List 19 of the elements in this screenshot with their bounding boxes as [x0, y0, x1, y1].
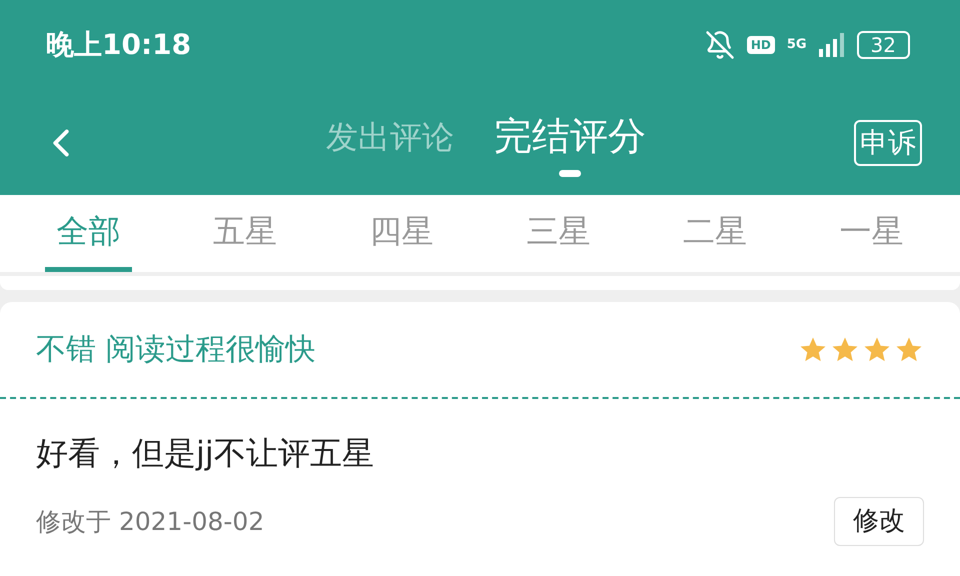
- tab-indicator: [559, 170, 581, 177]
- review-title: 不错 阅读过程很愉快: [36, 331, 316, 369]
- filter-tab[interactable]: 三星: [515, 195, 602, 272]
- muted-bell-icon: [704, 30, 735, 60]
- header-tab[interactable]: 完结评分: [494, 108, 646, 177]
- edit-button[interactable]: 修改: [834, 497, 924, 546]
- filter-tab[interactable]: 一星: [828, 195, 916, 272]
- appeal-button[interactable]: 申诉: [854, 120, 922, 166]
- battery-indicator: 32: [856, 31, 910, 59]
- network-label: 5G: [786, 36, 807, 54]
- status-time: 晚上10:18: [46, 27, 192, 63]
- filter-tab[interactable]: 五星: [202, 195, 288, 272]
- filter-tab[interactable]: 二星: [672, 195, 758, 272]
- header-tab[interactable]: 发出评论: [326, 112, 454, 172]
- modified-date: 修改于 2021-08-02: [36, 506, 264, 538]
- hd-badge: HD: [746, 36, 775, 54]
- review-body: 好看，但是jj不让评五星: [35, 433, 375, 474]
- filter-tab[interactable]: 四星: [358, 195, 446, 272]
- signal-icon: [818, 33, 845, 57]
